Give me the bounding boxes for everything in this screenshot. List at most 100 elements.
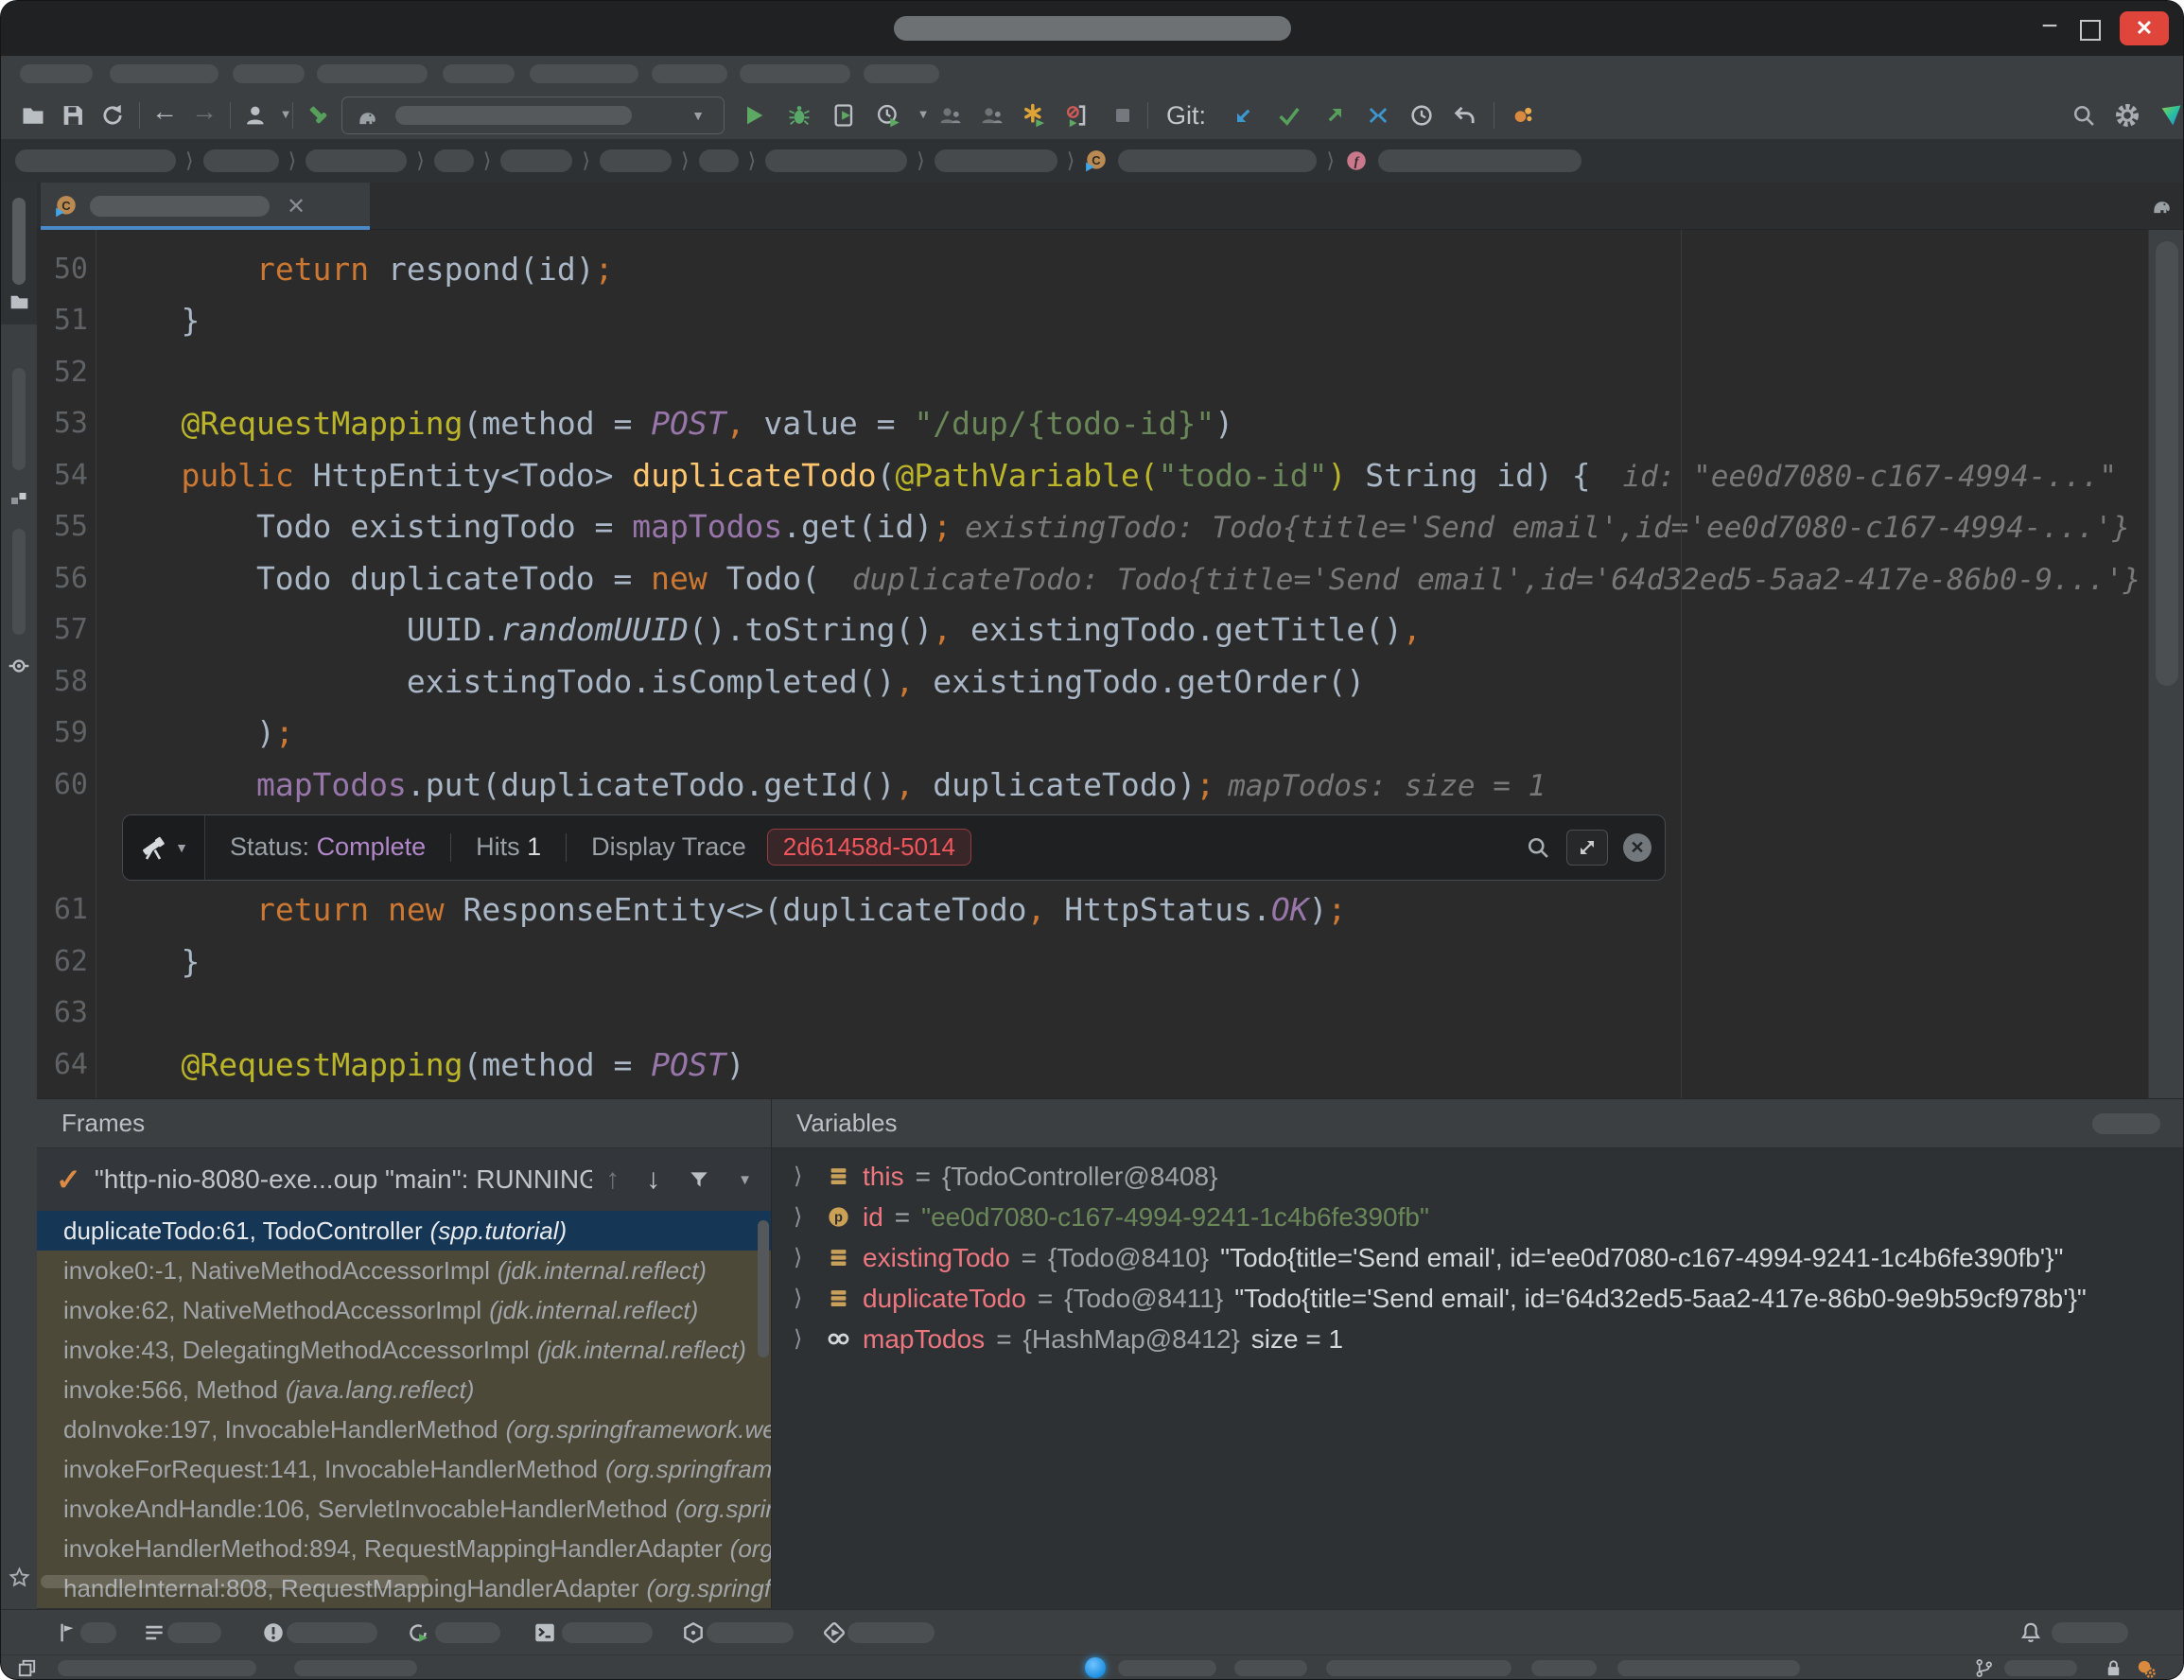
expand-icon[interactable] — [1566, 830, 1608, 866]
code-line[interactable]: 59 ); — [37, 708, 2148, 760]
collaboration-icon[interactable] — [1511, 102, 1537, 129]
frames-hscrollbar-thumb[interactable] — [41, 1575, 428, 1588]
tab-close-icon[interactable]: ✕ — [287, 193, 306, 220]
menu-item-redacted[interactable] — [530, 64, 638, 83]
expand-chevron-icon[interactable]: ⟩ — [794, 1244, 814, 1271]
code-line[interactable]: 52 — [37, 346, 2148, 398]
stripe-button-redacted[interactable] — [12, 368, 26, 470]
filter-funnel-icon[interactable] — [687, 1167, 711, 1192]
save-icon[interactable] — [60, 102, 86, 129]
close-button[interactable]: ✕ — [2120, 11, 2169, 45]
breadcrumb-item-redacted[interactable] — [765, 149, 907, 172]
git-update-icon[interactable] — [1231, 102, 1257, 129]
breadcrumb-item-redacted[interactable] — [203, 149, 279, 172]
expand-chevron-icon[interactable]: ⟩ — [794, 1163, 814, 1190]
menu-item-redacted[interactable] — [652, 64, 727, 83]
git-history-icon[interactable] — [1408, 102, 1435, 129]
attach-debugger-icon[interactable] — [937, 102, 964, 129]
rerun-icon[interactable] — [1021, 102, 1047, 129]
debug-icon[interactable] — [786, 102, 812, 129]
editor-scrollbar[interactable] — [2148, 230, 2184, 1098]
terminal-icon[interactable] — [533, 1620, 557, 1645]
run-configuration-combo[interactable]: ▼ — [341, 96, 725, 134]
code-line[interactable]: 50 return respond(id); — [37, 243, 2148, 295]
breadcrumb-item-redacted[interactable] — [1378, 149, 1581, 172]
tool-window-label-redacted[interactable] — [80, 1622, 116, 1643]
structure-icon[interactable] — [8, 487, 30, 510]
stripe-button-redacted[interactable] — [12, 529, 26, 635]
thread-selector[interactable]: ✓ "http-nio-8080-exe...oup "main": RUNNI… — [37, 1148, 771, 1211]
breadcrumb-item-redacted[interactable] — [306, 149, 407, 172]
caret-icon[interactable]: ▼ — [909, 107, 937, 121]
coverage-icon[interactable] — [831, 102, 858, 129]
user-icon[interactable] — [243, 102, 270, 129]
code-line[interactable]: 56 Todo duplicateTodo = new Todo( duplic… — [37, 552, 2148, 604]
code-line[interactable]: 62 } — [37, 936, 2148, 988]
status-widget-redacted[interactable] — [1118, 1660, 1216, 1676]
tool-window-label-redacted[interactable] — [2052, 1622, 2128, 1643]
tool-window-label-redacted[interactable] — [707, 1622, 794, 1643]
code-line[interactable]: 54 public HttpEntity<Todo> duplicateTodo… — [37, 449, 2148, 501]
expand-chevron-icon[interactable]: ⟩ — [794, 1285, 814, 1312]
code-editor[interactable]: 50 return respond(id);51 }5253 @RequestM… — [37, 230, 2184, 1098]
notifications-bell-icon[interactable] — [2018, 1620, 2043, 1645]
menu-item-redacted[interactable] — [233, 64, 305, 83]
status-widget-redacted[interactable] — [2004, 1660, 2077, 1676]
editor-scrollbar-thumb[interactable] — [2156, 241, 2178, 686]
menu-item-redacted[interactable] — [20, 64, 93, 83]
gradle-gear-icon[interactable] — [2135, 1657, 2157, 1679]
project-folder-icon[interactable] — [8, 290, 31, 314]
next-frame-icon[interactable]: ↓ — [646, 1164, 660, 1196]
git-rollback-icon[interactable] — [1452, 102, 1478, 129]
tool-window-label-redacted[interactable] — [847, 1622, 935, 1643]
frame-row[interactable]: invokeForRequest:141, InvocableHandlerMe… — [37, 1449, 771, 1489]
menu-item-redacted[interactable] — [110, 64, 218, 83]
code-line[interactable]: 55 Todo existingTodo = mapTodos.get(id);… — [37, 501, 2148, 553]
breadcrumb-item-redacted[interactable] — [600, 149, 672, 172]
status-widget-redacted[interactable] — [294, 1660, 417, 1676]
frame-row[interactable]: invoke:566, Method(java.lang.reflect) — [37, 1370, 771, 1409]
tool-window-label-redacted[interactable] — [562, 1622, 653, 1643]
status-widget-redacted[interactable] — [1617, 1660, 1800, 1676]
favorites-star-icon[interactable] — [8, 1566, 31, 1589]
maximize-button[interactable] — [2080, 20, 2101, 41]
close-icon[interactable]: ✕ — [1623, 833, 1651, 862]
settings-gear-icon[interactable] — [2114, 102, 2140, 129]
trace-scope-selector[interactable]: ▼ — [123, 815, 205, 880]
expand-chevron-icon[interactable]: ⟩ — [794, 1203, 814, 1231]
variable-row[interactable]: ⟩this={TodoController@8408} — [772, 1156, 2184, 1197]
debugger-flag-icon[interactable] — [55, 1620, 79, 1645]
tool-window-label-redacted[interactable] — [435, 1622, 500, 1643]
forward-icon[interactable]: → — [190, 96, 218, 127]
menu-item-redacted[interactable] — [317, 64, 428, 83]
run-icon[interactable] — [741, 102, 767, 129]
editor-tab[interactable]: C ✕ — [41, 183, 370, 230]
variable-row[interactable]: ⟩duplicateTodo={Todo@8411}"Todo{title='S… — [772, 1278, 2184, 1319]
breadcrumb-item-redacted[interactable] — [434, 149, 474, 172]
todo-list-icon[interactable] — [142, 1620, 166, 1645]
build-hammer-icon[interactable] — [306, 102, 332, 129]
detach-icon[interactable] — [1064, 102, 1091, 129]
code-line[interactable]: 53 @RequestMapping(method = POST, value … — [37, 398, 2148, 450]
breadcrumb-item-redacted[interactable] — [500, 149, 572, 172]
open-folder-icon[interactable] — [20, 102, 46, 129]
breadcrumb-item-redacted[interactable] — [15, 149, 176, 172]
expand-chevron-icon[interactable]: ⟩ — [794, 1325, 814, 1353]
git-commit-icon[interactable] — [1276, 102, 1302, 129]
frame-row[interactable]: invoke:62, NativeMethodAccessorImpl(jdk.… — [37, 1290, 771, 1330]
search-everywhere-icon[interactable] — [2070, 102, 2097, 129]
git-merge-icon[interactable] — [1365, 102, 1391, 129]
commit-target-icon[interactable] — [7, 654, 31, 678]
search-icon[interactable] — [1525, 834, 1551, 861]
git-branch-icon[interactable] — [1973, 1657, 1995, 1679]
frame-row[interactable]: duplicateTodo:61, TodoController(spp.tut… — [37, 1211, 771, 1251]
code-line[interactable]: 57 UUID.randomUUID().toString(), existin… — [37, 604, 2148, 656]
minimize-button[interactable]: − — [2031, 10, 2069, 46]
status-widget-redacted[interactable] — [1326, 1660, 1511, 1676]
lock-icon[interactable] — [2103, 1657, 2124, 1679]
code-line[interactable]: 64 @RequestMapping(method = POST) — [37, 1039, 2148, 1091]
frame-row[interactable]: doInvoke:197, InvocableHandlerMethod(org… — [37, 1409, 771, 1449]
tool-window-label-redacted[interactable] — [167, 1622, 221, 1643]
variable-row[interactable]: ⟩existingTodo={Todo@8410}"Todo{title='Se… — [772, 1237, 2184, 1278]
breadcrumb-item-redacted[interactable] — [935, 149, 1057, 172]
